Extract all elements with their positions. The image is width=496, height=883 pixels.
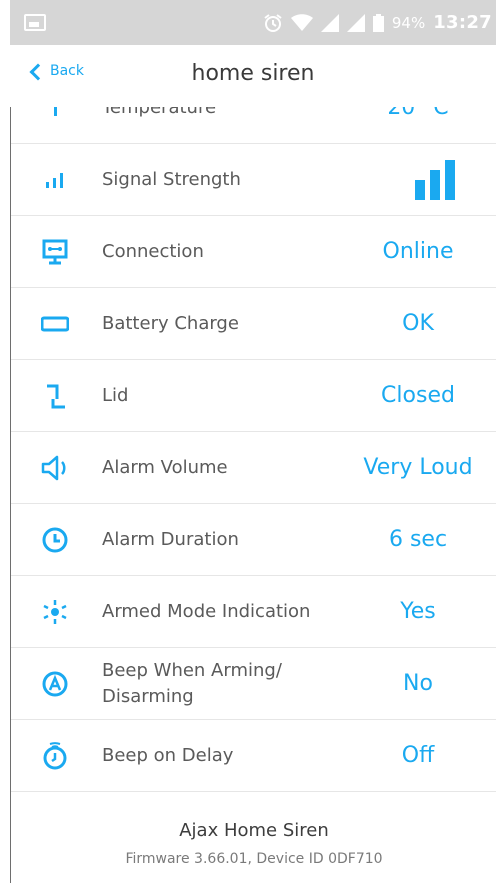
row-value: 20 °C — [387, 107, 449, 120]
row-label: Alarm Volume — [102, 456, 228, 478]
device-settings-list[interactable]: Temperature 20 °C Signal Strength Connec… — [10, 107, 496, 883]
cell-signal-icon — [320, 13, 339, 32]
row-beep-when-arming[interactable]: Beep When Arming/ Disarming No — [11, 648, 496, 720]
row-label: Alarm Duration — [102, 528, 239, 550]
signal-bars-icon — [46, 172, 63, 188]
firmware-info: Firmware 3.66.01, Device ID 0DF710 — [125, 851, 383, 867]
row-temperature[interactable]: Temperature 20 °C — [11, 107, 496, 144]
speaker-icon — [41, 455, 66, 480]
cell-signal-2-icon — [346, 13, 365, 32]
row-value: Very Loud — [363, 455, 473, 480]
thermometer-icon — [54, 107, 57, 116]
row-label: Armed Mode Indication — [102, 600, 311, 622]
row-beep-on-delay[interactable]: Beep on Delay Off — [11, 720, 496, 792]
lid-icon — [47, 384, 65, 408]
connection-monitor-icon — [42, 239, 68, 264]
image-notification-icon — [24, 14, 46, 31]
stopwatch-icon — [43, 741, 67, 769]
row-value: OK — [402, 311, 434, 336]
row-alarm-volume[interactable]: Alarm Volume Very Loud — [11, 432, 496, 504]
battery-status-icon — [372, 13, 384, 32]
battery-icon — [41, 316, 69, 331]
row-label: Temperature — [102, 107, 217, 118]
row-label: Beep When Arming/ Disarming — [102, 659, 282, 707]
row-lid[interactable]: Lid Closed — [11, 360, 496, 432]
row-signal-strength[interactable]: Signal Strength — [11, 144, 496, 216]
alarm-clock-icon — [264, 13, 282, 32]
row-value: No — [403, 671, 433, 696]
row-label: Signal Strength — [102, 168, 241, 190]
row-value: Closed — [381, 383, 455, 408]
row-armed-mode-indication[interactable]: Armed Mode Indication Yes — [11, 576, 496, 648]
row-value: Online — [382, 239, 454, 264]
clock-icon — [42, 527, 68, 552]
row-battery-charge[interactable]: Battery Charge OK — [11, 288, 496, 360]
device-model: Ajax Home Siren — [179, 820, 329, 841]
row-value: 6 sec — [388, 527, 448, 552]
app-header: Back home siren — [10, 45, 496, 107]
status-indicators: 94% 13:27 — [263, 0, 492, 45]
row-label: Lid — [102, 384, 129, 406]
row-value: Off — [401, 743, 435, 768]
battery-percent: 94% — [391, 13, 426, 32]
row-label: Battery Charge — [102, 312, 239, 334]
status-bar: 94% 13:27 — [10, 0, 496, 45]
row-alarm-duration[interactable]: Alarm Duration 6 sec — [11, 504, 496, 576]
arming-beep-icon — [42, 671, 68, 696]
row-label: Connection — [102, 240, 204, 262]
device-info-footer: Ajax Home Siren Firmware 3.66.01, Device… — [11, 792, 496, 867]
wifi-icon — [290, 13, 313, 31]
row-label: Beep on Delay — [102, 744, 234, 766]
page-title: home siren — [191, 61, 315, 86]
row-value: Yes — [400, 599, 436, 624]
led-indicator-icon — [43, 599, 67, 624]
signal-strength-bars — [415, 159, 455, 200]
row-connection[interactable]: Connection Online — [11, 216, 496, 288]
clock-time: 13:27 — [433, 12, 492, 33]
